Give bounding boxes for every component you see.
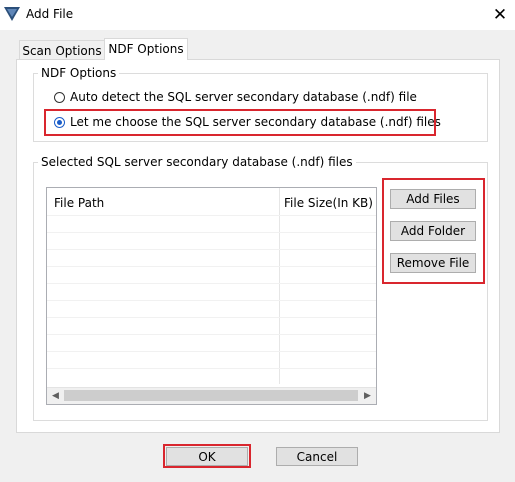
radio-button-let-me-choose[interactable] [54,116,65,128]
table-row-line [47,317,376,318]
table-row-line [47,249,376,250]
window-title: Add File [26,7,74,21]
table-row-line [47,283,376,284]
title-bar: Add File ✕ [0,0,515,30]
horizontal-scrollbar[interactable]: ◀ ▶ [47,387,376,404]
radio-let-me-choose[interactable]: Let me choose the SQL server secondary d… [54,115,441,129]
ok-button[interactable]: OK [166,447,248,466]
radio-auto-detect-label: Auto detect the SQL server secondary dat… [70,90,417,104]
ndf-options-group-label: NDF Options [41,66,117,80]
table-row-line [47,334,376,335]
table-row-line [47,351,376,352]
app-logo-icon [4,7,20,21]
table-row-line [47,300,376,301]
table-row-line [47,232,376,233]
add-folder-button[interactable]: Add Folder [390,221,476,241]
ndf-options-group: NDF Options [33,66,488,142]
radio-let-me-choose-label: Let me choose the SQL server secondary d… [70,115,441,129]
remove-file-button[interactable]: Remove File [390,253,476,273]
table-row-line [47,215,376,216]
cancel-button[interactable]: Cancel [276,447,358,466]
column-header-file-path[interactable]: File Path [54,196,104,210]
selected-files-group-label: Selected SQL server secondary database (… [41,155,353,169]
chevron-right-icon[interactable]: ▶ [359,388,376,404]
column-header-file-size[interactable]: File Size(In KB) [284,196,373,210]
file-list-table[interactable]: File Path File Size(In KB) ◀ ▶ [46,187,377,405]
table-row-line [47,266,376,267]
column-divider [279,188,280,384]
tab-scan-options[interactable]: Scan Options [19,40,105,60]
radio-button-auto-detect[interactable] [54,91,65,103]
scrollbar-thumb[interactable] [64,390,358,401]
add-files-button[interactable]: Add Files [390,189,476,209]
table-row-line [47,368,376,369]
chevron-left-icon[interactable]: ◀ [47,388,64,404]
radio-auto-detect[interactable]: Auto detect the SQL server secondary dat… [54,90,417,104]
tab-ndf-options[interactable]: NDF Options [104,38,188,60]
close-icon[interactable]: ✕ [486,2,514,28]
